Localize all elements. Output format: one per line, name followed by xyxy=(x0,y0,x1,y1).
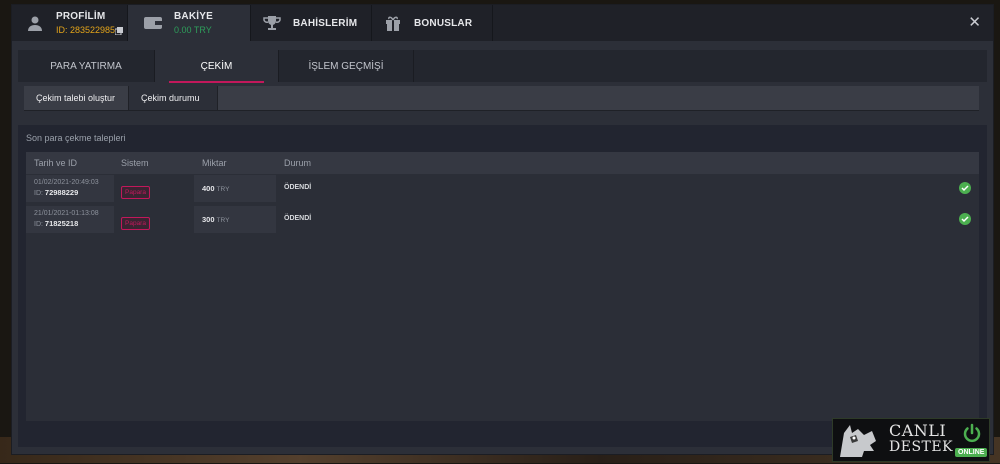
section-title: Son para çekme talepleri xyxy=(26,133,126,143)
subtab-create-request[interactable]: Çekim talebi oluştur xyxy=(24,86,128,110)
request-id: ID: 72988229 xyxy=(34,188,79,197)
table-row[interactable]: 21/01/2021-01:13:08 ID: 71825218 Papara … xyxy=(26,206,979,233)
table-header: Tarih ve ID Sistem Miktar Durum xyxy=(26,152,979,174)
live-support-widget[interactable]: CANLI DESTEK ONLINE xyxy=(832,418,990,462)
balance-label: BAKİYE xyxy=(174,11,213,22)
system-cell: Papara xyxy=(114,175,194,202)
date-id-cell: 01/02/2021-20:49:03 ID: 72988229 xyxy=(26,175,114,202)
power-icon xyxy=(961,422,983,444)
status-cell: ÖDENDİ xyxy=(276,175,979,202)
check-circle-icon xyxy=(959,213,971,225)
status-text: ÖDENDİ xyxy=(284,184,312,191)
tab-deposit[interactable]: PARA YATIRMA xyxy=(18,50,154,82)
system-cell: Papara xyxy=(114,206,194,233)
profile-tab[interactable]: PROFİLİM ID: 283522985 xyxy=(12,5,127,41)
bonuses-label: BONUSLAR xyxy=(414,17,473,29)
status-text: ÖDENDİ xyxy=(284,215,312,222)
table-row[interactable]: 01/02/2021-20:49:03 ID: 72988229 Papara … xyxy=(26,175,979,202)
copy-icon[interactable] xyxy=(114,22,123,36)
bets-tab[interactable]: BAHİSLERİM xyxy=(251,5,371,41)
gift-icon xyxy=(382,12,404,34)
date-id-cell: 21/01/2021-01:13:08 ID: 71825218 xyxy=(26,206,114,233)
withdraw-requests-table: Tarih ve ID Sistem Miktar Durum 01/02/20… xyxy=(26,152,979,421)
amount-currency: TRY xyxy=(216,217,230,224)
profile-id: ID: 283522985 xyxy=(56,25,116,35)
amount-value: 300 xyxy=(202,215,215,224)
status-cell: ÖDENDİ xyxy=(276,206,979,233)
trophy-icon xyxy=(261,12,283,34)
bets-label: BAHİSLERİM xyxy=(293,17,358,29)
payment-system-badge: Papara xyxy=(121,217,150,230)
request-date: 01/02/2021-20:49:03 xyxy=(34,179,99,186)
payment-system-badge: Papara xyxy=(121,186,150,199)
close-icon[interactable]: ✕ xyxy=(968,15,981,31)
amount-cell: 400 TRY xyxy=(194,175,276,202)
wallet-icon xyxy=(142,12,164,34)
header-divider xyxy=(492,5,493,41)
amount-value: 400 xyxy=(202,184,215,193)
account-modal: PROFİLİM ID: 283522985 BAKİYE 0.00 TRY B… xyxy=(11,4,994,455)
tab-withdraw[interactable]: ÇEKİM xyxy=(155,50,278,83)
withdraw-tabs: PARA YATIRMA ÇEKİM İŞLEM GEÇMİŞİ xyxy=(18,50,987,83)
request-date: 21/01/2021-01:13:08 xyxy=(34,210,99,217)
amount-currency: TRY xyxy=(216,186,230,193)
amount-cell: 300 TRY xyxy=(194,206,276,233)
request-id: ID: 71825218 xyxy=(34,219,79,228)
column-date-id: Tarih ve ID xyxy=(34,158,78,168)
wolf-logo-icon xyxy=(836,421,880,459)
balance-tab[interactable]: BAKİYE 0.00 TRY xyxy=(128,5,250,41)
user-icon xyxy=(24,12,46,34)
check-circle-icon xyxy=(959,182,971,194)
withdraw-requests-section: Son para çekme talepleri Tarih ve ID Sis… xyxy=(18,125,987,447)
support-subtitle: DESTEK xyxy=(889,439,954,455)
support-title: CANLI xyxy=(889,421,947,440)
column-status: Durum xyxy=(284,158,312,168)
bonuses-tab[interactable]: BONUSLAR xyxy=(372,5,492,41)
tab-divider xyxy=(413,50,414,82)
column-system: Sistem xyxy=(121,158,149,168)
subtab-withdraw-status[interactable]: Çekim durumu xyxy=(128,86,218,110)
tab-transaction-history[interactable]: İŞLEM GEÇMİŞİ xyxy=(279,50,413,82)
column-amount: Miktar xyxy=(202,158,227,168)
balance-amount: 0.00 TRY xyxy=(174,25,212,35)
withdraw-subtabs: Çekim talebi oluştur Çekim durumu xyxy=(24,86,979,111)
profile-label: PROFİLİM xyxy=(56,11,106,22)
online-status-badge: ONLINE xyxy=(955,448,988,457)
modal-header: PROFİLİM ID: 283522985 BAKİYE 0.00 TRY B… xyxy=(12,5,993,41)
